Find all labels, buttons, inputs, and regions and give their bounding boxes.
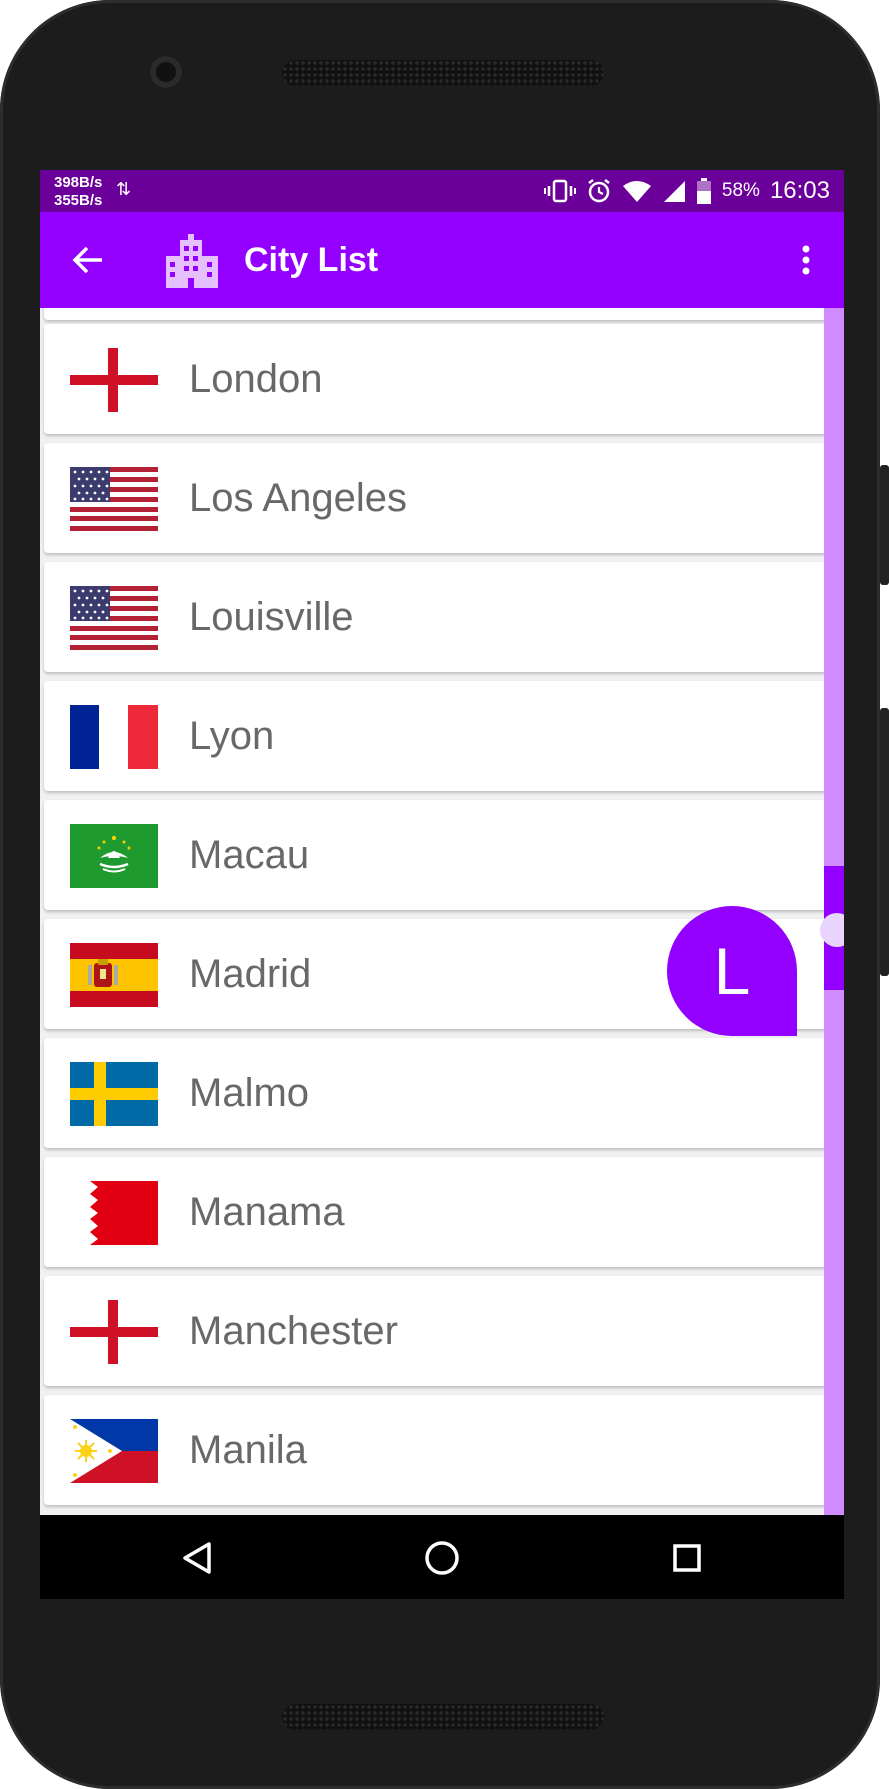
list-item[interactable]: Lyon [44,681,839,791]
city-name: Manchester [189,1309,398,1353]
city-name: Los Angeles [189,476,407,520]
nav-home-button[interactable] [415,1531,469,1585]
index-letter-bubble: L [667,906,797,1036]
flag-usa-icon [70,467,158,531]
flag-france-icon [70,705,158,769]
top-speaker [282,60,604,86]
flag-sweden-icon [70,1062,158,1126]
alarm-icon [588,179,610,203]
net-down-speed: 355B/s [54,192,103,209]
list-item[interactable]: Malmo [44,1038,839,1148]
navigation-bar [40,1515,844,1599]
list-item-partial[interactable] [44,308,839,320]
list-item[interactable]: Manchester [44,1276,839,1386]
wifi-icon [622,181,651,202]
status-icons: 58% 16:03 [543,170,830,212]
list-item[interactable]: Macau [44,800,839,910]
power-button [880,465,889,585]
city-buildings-icon [166,234,218,288]
flag-england-icon [70,348,158,412]
app-bar: City List [40,212,844,308]
list-item[interactable]: Manama [44,1157,839,1267]
city-name: Lyon [189,714,275,758]
volume-button [880,708,889,976]
battery-icon [696,178,711,204]
list-item[interactable]: Los Angeles [44,443,839,553]
city-name: Macau [189,833,310,877]
data-arrows-icon: ⇅ [116,179,132,199]
city-name: Manama [189,1190,345,1234]
more-options-button[interactable] [786,238,826,282]
status-bar: 398B/s 355B/s ⇅ 58% 16:03 [40,170,844,212]
clock: 16:03 [769,177,830,204]
list-item[interactable]: Louisville [44,562,839,672]
flag-england-icon [70,1300,158,1364]
battery-percent: 58% [721,180,760,201]
home-circle-icon [425,1541,459,1575]
flag-philippines-icon [70,1419,158,1483]
network-speed: 398B/s 355B/s [54,174,102,210]
arrow-back-icon [72,246,102,274]
bottom-speaker [282,1704,604,1730]
front-camera [150,56,182,88]
nav-recents-button[interactable] [660,1531,714,1585]
back-button[interactable] [62,234,114,286]
city-name: Manila [189,1428,307,1472]
list-item[interactable]: London [44,324,839,434]
flag-spain-icon [70,943,158,1007]
back-triangle-icon [183,1542,211,1574]
city-name: London [189,357,323,401]
list-item[interactable]: Manila [44,1395,839,1505]
vibrate-icon [543,179,576,203]
flag-bahrain-icon [70,1181,158,1245]
city-list[interactable]: London Los Angeles Louisville Lyon Macau… [40,308,844,1598]
net-up-speed: 398B/s [54,174,103,191]
city-name: Madrid [189,952,312,996]
city-name: Louisville [189,595,354,639]
recents-square-icon [673,1544,701,1572]
screen: 398B/s 355B/s ⇅ 58% 16:03 City List Lond… [40,170,844,1598]
page-title: City List [244,241,379,279]
flag-usa-icon [70,586,158,650]
nav-back-button[interactable] [170,1531,224,1585]
more-vert-icon [802,245,810,275]
signal-icon [663,181,685,202]
flag-macau-icon [70,824,158,888]
city-name: Malmo [189,1071,310,1115]
